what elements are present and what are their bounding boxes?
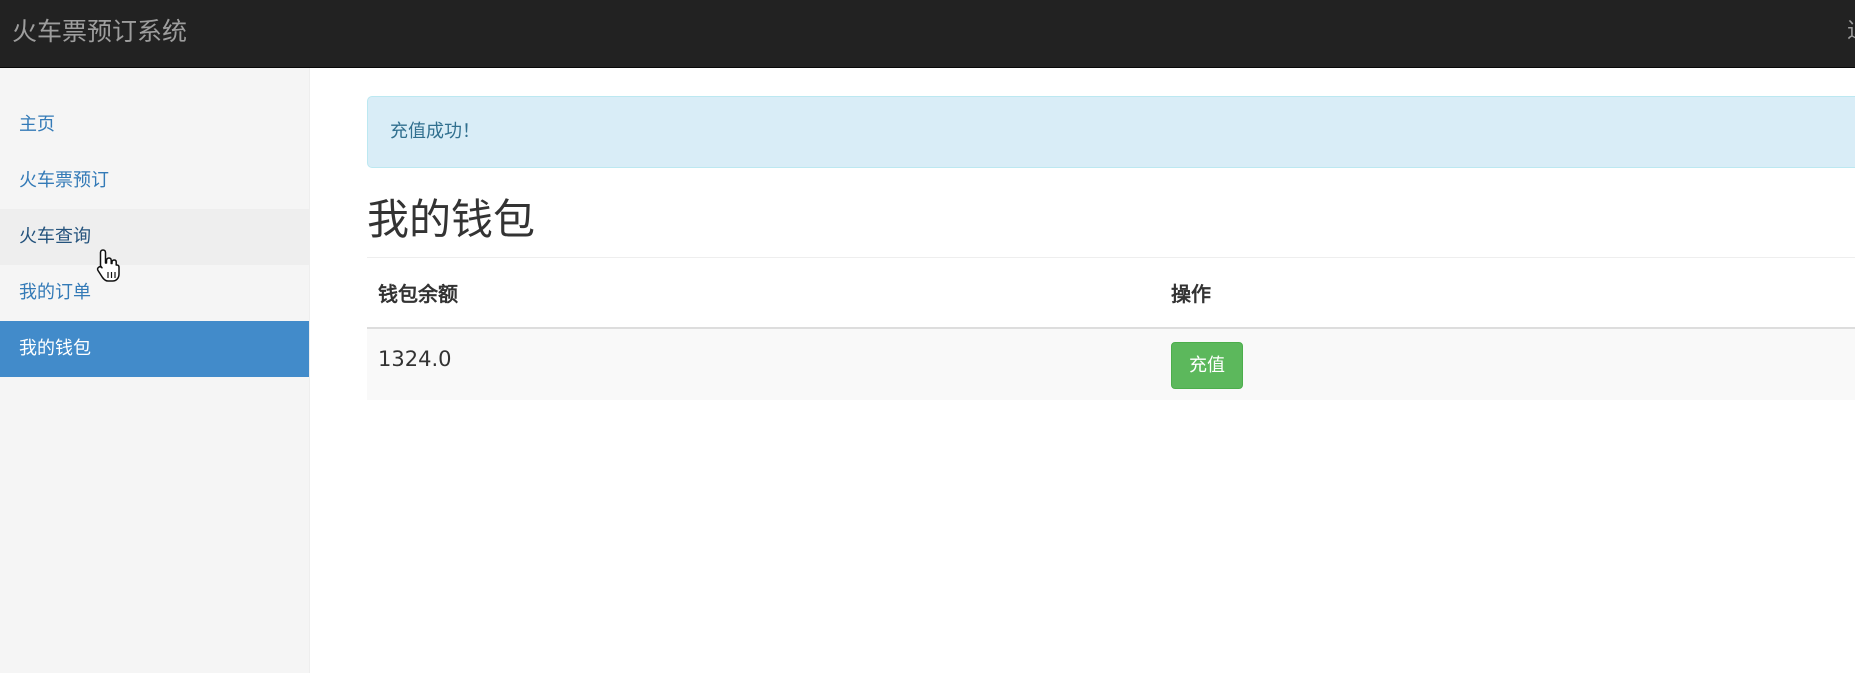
success-alert: 充值成功！ <box>367 96 1855 168</box>
hand-pointer-cursor-icon <box>96 249 120 282</box>
sidebar: 主页 火车票预订 火车查询 我的订单 我的钱包 <box>0 68 310 673</box>
recharge-button[interactable]: 充值 <box>1171 342 1243 389</box>
table-row: 1324.0 充值 <box>367 328 1855 400</box>
logout-link-fragment[interactable]: 退 <box>1847 0 1855 68</box>
sidebar-item-train-search[interactable]: 火车查询 <box>0 209 309 265</box>
sidebar-item-my-wallet[interactable]: 我的钱包 <box>0 321 309 377</box>
top-navbar: 火车票预订系统 退 <box>0 0 1855 68</box>
wallet-table: 钱包余额 操作 1324.0 充值 <box>367 258 1855 400</box>
sidebar-item-home[interactable]: 主页 <box>0 97 309 153</box>
column-header-action: 操作 <box>1160 258 1855 329</box>
main-content: 充值成功！ 我的钱包 钱包余额 操作 1324.0 充值 <box>367 68 1855 673</box>
page-title: 我的钱包 <box>367 190 1855 258</box>
sidebar-item-ticket-booking[interactable]: 火车票预订 <box>0 153 309 209</box>
sidebar-item-my-orders[interactable]: 我的订单 <box>0 265 309 321</box>
table-header-row: 钱包余额 操作 <box>367 258 1855 329</box>
brand-title[interactable]: 火车票预订系统 <box>12 0 187 68</box>
sidebar-nav: 主页 火车票预订 火车查询 我的订单 我的钱包 <box>0 68 309 377</box>
column-header-balance: 钱包余额 <box>367 258 1160 329</box>
wallet-balance-value: 1324.0 <box>367 328 1160 400</box>
action-cell: 充值 <box>1160 328 1855 400</box>
